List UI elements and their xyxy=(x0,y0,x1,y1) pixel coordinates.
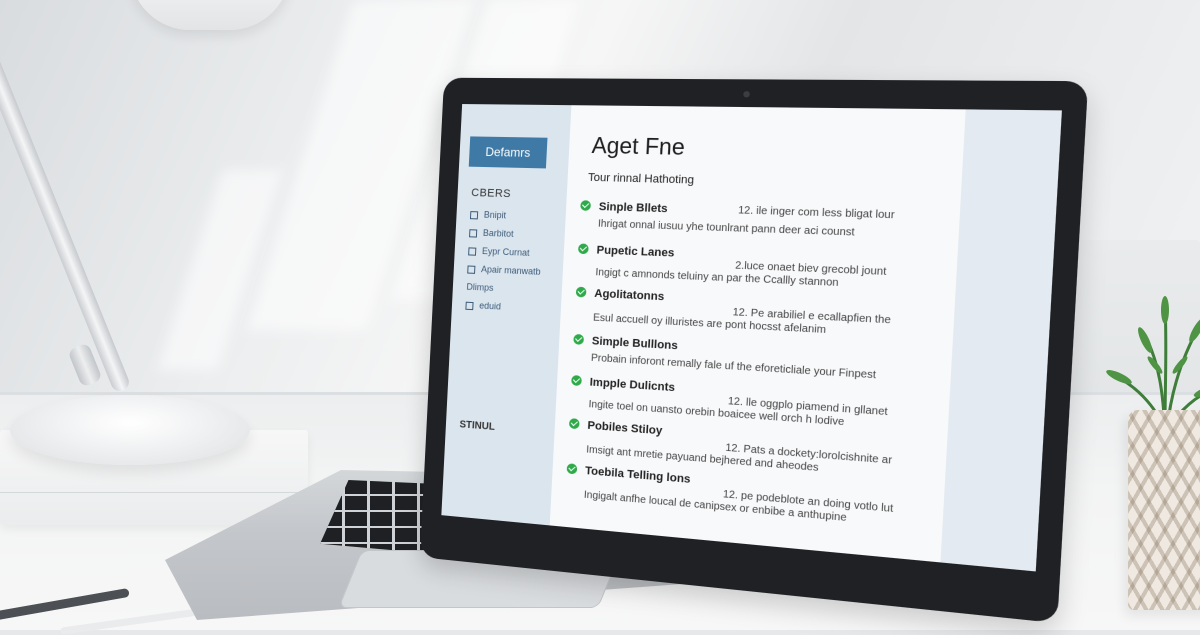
laptop-screen: Defamrs CBERS Bnipit Barbitot Eypr Curna… xyxy=(441,104,1062,572)
list-item-heading: Agolitatonns xyxy=(594,287,665,304)
sidebar-item-label: eduid xyxy=(479,300,502,312)
square-icon xyxy=(465,301,474,310)
check-circle-icon xyxy=(577,243,589,255)
page-title: Aget Fne xyxy=(591,132,686,161)
sidebar-footer-label: STINUL xyxy=(459,419,496,433)
square-icon xyxy=(468,246,477,256)
sidebar-item-label: Apair manwatb xyxy=(480,264,541,277)
check-circle-icon xyxy=(573,333,585,345)
laptop: Defamrs CBERS Bnipit Barbitot Eypr Curna… xyxy=(0,0,1200,630)
sidebar-item[interactable]: Dlimps xyxy=(466,282,493,293)
laptop-lid: Defamrs CBERS Bnipit Barbitot Eypr Curna… xyxy=(419,77,1089,624)
sidebar-defamrs-button[interactable]: Defamrs xyxy=(468,136,548,169)
page-subtitle: Tour rinnal Hathoting xyxy=(587,171,695,187)
list-item[interactable]: Pupetic Lanes 2.luce onaet biev grecobl … xyxy=(577,243,951,294)
sidebar-item-label: Barbitot xyxy=(482,227,514,239)
list-item-meta: 12. ile inger com less bligat lour xyxy=(737,204,895,222)
camera-icon xyxy=(743,91,750,98)
check-circle-icon xyxy=(568,418,580,430)
list-item-heading: Sinple Bllets xyxy=(598,200,668,216)
sidebar-item-label: Dlimps xyxy=(466,281,494,293)
check-circle-icon xyxy=(571,375,582,386)
list-item[interactable]: Agolitatonns 12. Pe arabiliel e ecallapf… xyxy=(574,286,947,343)
sidebar-section-title: CBERS xyxy=(470,186,512,201)
sidebar-item[interactable]: Apair manwatb xyxy=(467,263,541,277)
square-icon xyxy=(469,228,478,238)
list-item-heading: Simple Bulllons xyxy=(591,335,679,353)
list-item-heading: Toebila Telling lons xyxy=(584,464,691,487)
sidebar-item[interactable]: Eypr Curnat xyxy=(468,245,530,258)
list-item-heading: Pobiles Stiloy xyxy=(587,419,663,438)
check-circle-icon xyxy=(580,200,591,211)
sidebar-item[interactable]: Barbitot xyxy=(469,227,514,239)
check-circle-icon xyxy=(566,463,578,475)
square-icon xyxy=(467,265,476,274)
list-item[interactable]: Sinple Bllets 12. ile inger com less bli… xyxy=(579,200,953,242)
square-icon xyxy=(469,210,479,220)
sidebar-item[interactable]: eduid xyxy=(465,300,501,312)
list-item-heading: Pupetic Lanes xyxy=(596,244,675,260)
sidebar-item-label: Eypr Curnat xyxy=(481,245,530,258)
sidebar-item-label: Bnipit xyxy=(483,209,507,221)
check-circle-icon xyxy=(575,286,587,298)
list-item-heading: Impple Dulicnts xyxy=(589,376,676,395)
sidebar-item[interactable]: Bnipit xyxy=(469,209,507,221)
main-content: Aget Fne Tour rinnal Hathoting Sinple Bl… xyxy=(549,105,966,563)
